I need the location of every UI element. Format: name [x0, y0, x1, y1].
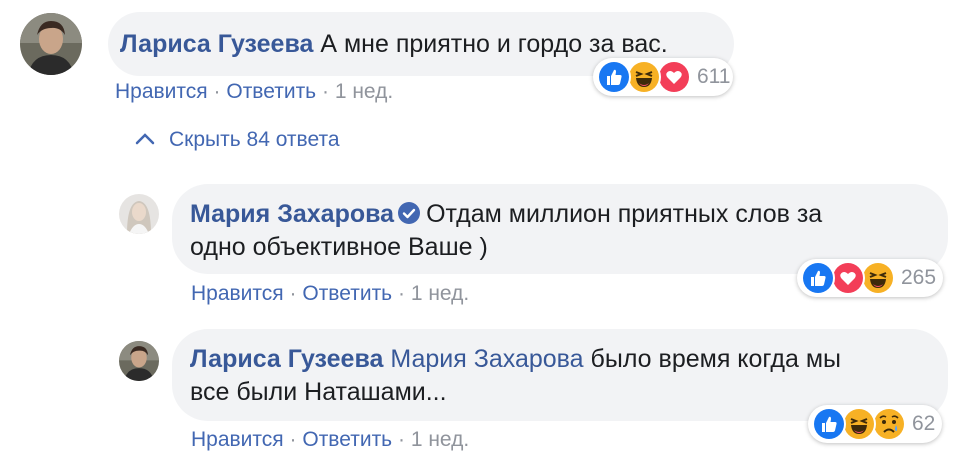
separator-dot: ·: [289, 428, 297, 451]
reactions-summary[interactable]: 265: [797, 259, 943, 297]
reply-timestamp[interactable]: 1 нед.: [411, 428, 469, 451]
reactions-count: 611: [697, 65, 731, 88]
avatar-maria-zakharova[interactable]: [119, 194, 159, 234]
reply-link[interactable]: Ответить: [302, 282, 392, 305]
separator-dot: ·: [213, 80, 221, 103]
reply-author[interactable]: Мария Захарова: [190, 200, 394, 228]
like-link[interactable]: Нравится: [191, 428, 284, 451]
like-icon: [812, 407, 846, 441]
reactions-summary[interactable]: 611: [593, 58, 733, 96]
comment-actions: Нравится · Ответить · 1 нед.: [115, 79, 393, 105]
reply-actions: Нравится · Ответить · 1 нед.: [191, 281, 469, 307]
avatar-larisa-guzeeva[interactable]: [119, 341, 159, 381]
avatar-photo: [119, 341, 159, 381]
reply-text-line-1: было время когда мы: [590, 345, 842, 373]
like-icon: [597, 60, 631, 94]
avatar-larisa-guzeeva[interactable]: [20, 13, 82, 75]
reactions-count: 265: [901, 266, 937, 289]
separator-dot: ·: [289, 282, 297, 305]
mention-link[interactable]: Мария Захарова: [390, 345, 583, 373]
reply-text-line-1: Отдам миллион приятных слов за: [426, 200, 823, 228]
comment-text: А мне приятно и гордо за вас.: [320, 30, 668, 58]
love-icon: [657, 60, 691, 94]
haha-icon: [627, 60, 661, 94]
separator-dot: ·: [397, 428, 405, 451]
reply-author[interactable]: Лариса Гузеева: [190, 345, 383, 373]
like-link[interactable]: Нравится: [191, 282, 284, 305]
reply-link[interactable]: Ответить: [226, 80, 316, 103]
reply-timestamp[interactable]: 1 нед.: [411, 282, 469, 305]
reply-actions: Нравится · Ответить · 1 нед.: [191, 427, 469, 453]
reactions-summary[interactable]: 62: [808, 405, 942, 443]
hide-replies-label: Скрыть 84 ответа: [169, 128, 340, 151]
verified-badge-icon: [398, 202, 421, 224]
haha-icon: [861, 261, 895, 295]
separator-dot: ·: [397, 282, 405, 305]
separator-dot: ·: [321, 80, 329, 103]
reply-link[interactable]: Ответить: [302, 428, 392, 451]
hide-replies-button[interactable]: Скрыть 84 ответа: [135, 126, 340, 154]
comment-author[interactable]: Лариса Гузеева: [120, 30, 313, 58]
haha-icon: [842, 407, 876, 441]
reactions-count: 62: [912, 412, 936, 435]
love-icon: [831, 261, 865, 295]
sad-icon: [872, 407, 906, 441]
comment-timestamp[interactable]: 1 нед.: [335, 80, 393, 103]
reply-text-line-2: одно объективное Ваше ): [190, 233, 488, 261]
avatar-photo: [20, 13, 82, 75]
like-link[interactable]: Нравится: [115, 80, 208, 103]
like-icon: [801, 261, 835, 295]
chevron-up-icon: [135, 133, 155, 145]
avatar-photo: [119, 194, 159, 234]
reply-text-line-2: все были Наташами...: [190, 378, 447, 406]
